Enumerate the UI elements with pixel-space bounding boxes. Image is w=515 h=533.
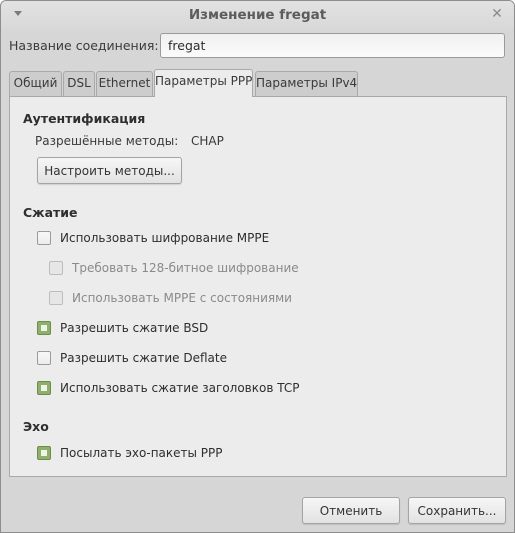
- save-button[interactable]: Сохранить...: [408, 497, 506, 524]
- tab-ipv4-settings[interactable]: Параметры IPv4: [255, 71, 358, 96]
- mppe-encryption-checkbox[interactable]: Использовать шифрование MPPE: [37, 229, 269, 247]
- connection-name-label: Название соединения:: [9, 38, 159, 53]
- allowed-methods-value: CHAP: [191, 134, 224, 148]
- window-title: Изменение fregat: [188, 7, 327, 23]
- ppp-settings-panel: Аутентификация Разрешённые методы: CHAP …: [9, 96, 507, 477]
- checkbox-unchecked-icon[interactable]: [37, 231, 51, 245]
- configure-methods-button[interactable]: Настроить методы...: [37, 157, 182, 184]
- cancel-button[interactable]: Отменить: [302, 497, 400, 524]
- bsd-compression-checkbox[interactable]: Разрешить сжатие BSD: [37, 319, 208, 337]
- checkbox-label: Требовать 128-битное шифрование: [72, 261, 299, 275]
- checkbox-label: Использовать MPPE с состояниями: [72, 291, 292, 305]
- checkbox-checked-icon[interactable]: [37, 381, 51, 395]
- close-icon[interactable]: ✕: [490, 7, 504, 21]
- checkbox-label: Посылать эхо-пакеты PPP: [60, 446, 223, 460]
- checkbox-checked-icon[interactable]: [37, 446, 51, 460]
- compression-heading: Сжатие: [23, 205, 78, 220]
- require-128bit-checkbox[interactable]: Требовать 128-битное шифрование: [49, 259, 299, 277]
- tcp-header-compression-checkbox[interactable]: Использовать сжатие заголовков TCP: [37, 379, 299, 397]
- checkbox-label: Разрешить сжатие BSD: [60, 321, 209, 335]
- checkbox-disabled-icon[interactable]: [49, 291, 63, 305]
- title-bar[interactable]: Изменение fregat ✕: [1, 1, 514, 30]
- echo-heading: Эхо: [23, 419, 49, 434]
- checkbox-label: Использовать шифрование MPPE: [60, 231, 270, 245]
- stateful-mppe-checkbox[interactable]: Использовать MPPE с состояниями: [49, 289, 292, 307]
- deflate-compression-checkbox[interactable]: Разрешить сжатие Deflate: [37, 349, 227, 367]
- tab-ethernet[interactable]: Ethernet: [96, 71, 153, 96]
- checkbox-unchecked-icon[interactable]: [37, 351, 51, 365]
- checkbox-label: Использовать сжатие заголовков TCP: [60, 381, 300, 395]
- tab-general[interactable]: Общий: [9, 71, 62, 96]
- send-ppp-echo-checkbox[interactable]: Посылать эхо-пакеты PPP: [37, 444, 223, 462]
- auth-heading: Аутентификация: [23, 111, 146, 126]
- checkbox-disabled-icon[interactable]: [49, 261, 63, 275]
- tab-ppp-settings[interactable]: Параметры PPP: [154, 69, 253, 97]
- checkbox-label: Разрешить сжатие Deflate: [60, 351, 227, 365]
- checkbox-checked-icon[interactable]: [37, 321, 51, 335]
- connection-name-input[interactable]: [160, 33, 505, 58]
- tab-dsl[interactable]: DSL: [63, 71, 95, 96]
- allowed-methods-label: Разрешённые методы:: [35, 134, 179, 148]
- dialog-window: Изменение fregat ✕ Название соединения: …: [0, 0, 515, 533]
